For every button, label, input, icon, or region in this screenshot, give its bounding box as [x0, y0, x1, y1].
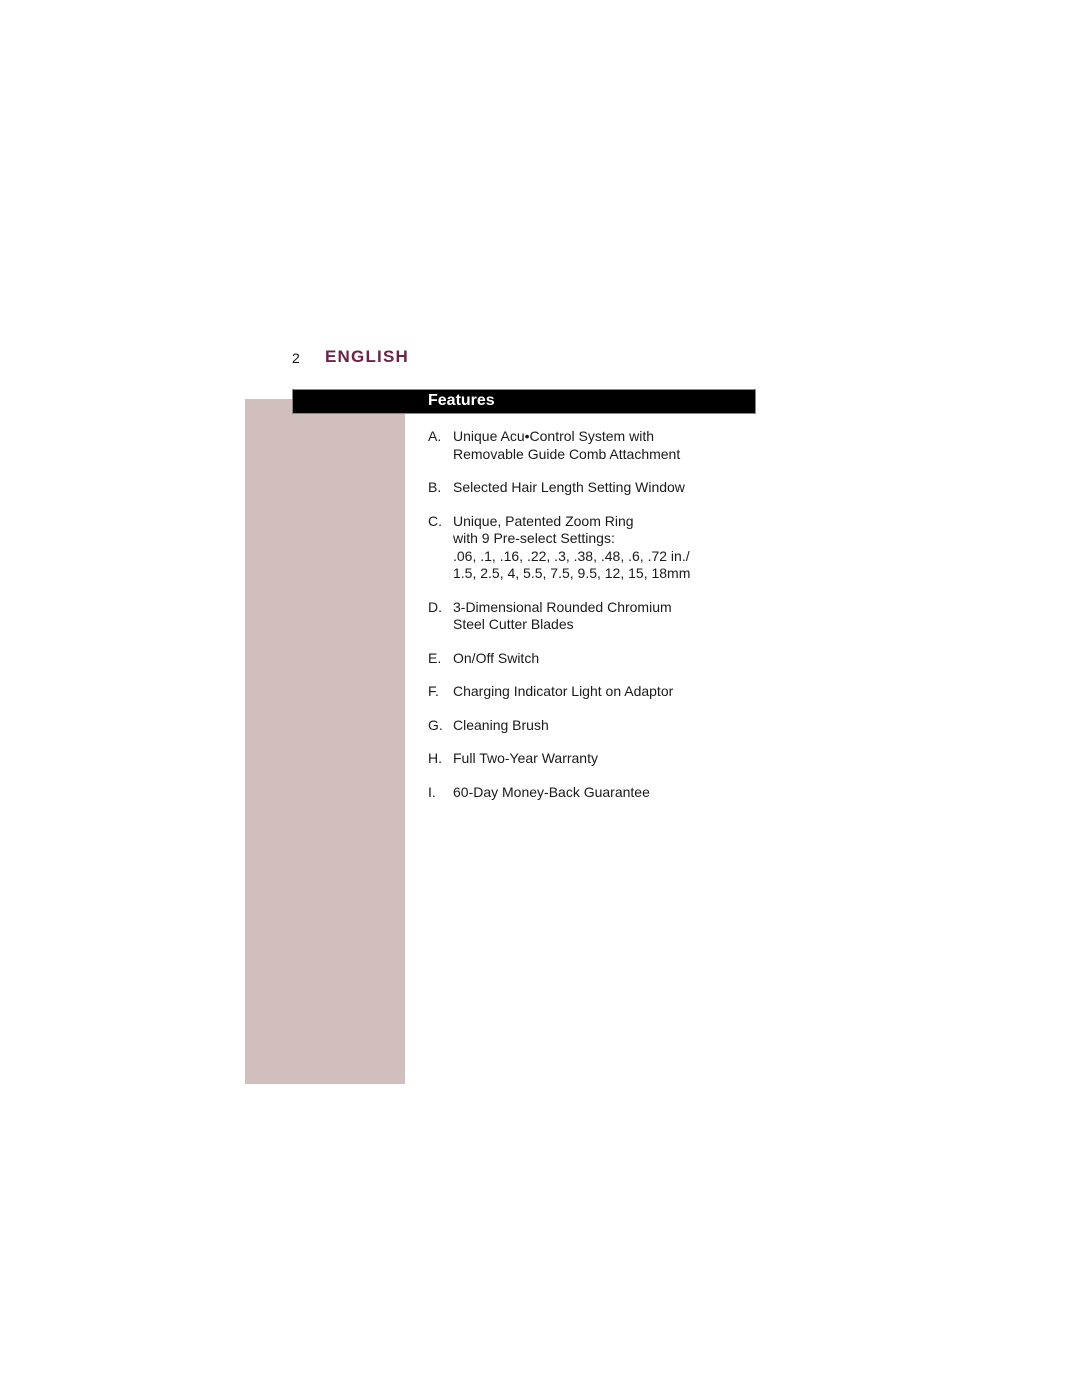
features-header-bar: Features — [293, 390, 755, 413]
feature-text: Steel Cutter Blades — [453, 616, 574, 632]
feature-letter: A. — [428, 428, 442, 444]
feature-text: Full Two-Year Warranty — [453, 750, 598, 766]
feature-text: Unique Acu•Control System with — [453, 428, 654, 444]
feature-item-a: A. Unique Acu•Control System with Remova… — [428, 428, 748, 463]
feature-letter: B. — [428, 479, 442, 495]
feature-letter: C. — [428, 512, 442, 529]
feature-letter: H. — [428, 750, 442, 766]
feature-item-g: G. Cleaning Brush — [428, 717, 748, 735]
feature-text: Unique, Patented Zoom Ring — [453, 512, 634, 529]
feature-letter: G. — [428, 716, 443, 733]
feature-letter: E. — [428, 649, 442, 666]
feature-item-e: E. On/Off Switch — [428, 650, 748, 668]
feature-text: On/Off Switch — [453, 649, 540, 666]
feature-text: 3-Dimensional Rounded Chromium — [453, 598, 672, 615]
page-number: 2 — [292, 350, 300, 366]
feature-item-c: C. Unique, Patented Zoom Ring with 9 Pre… — [428, 513, 748, 583]
decorative-sidebar — [245, 399, 405, 1084]
feature-item-b: B. Selected Hair Length Setting Window — [428, 479, 748, 497]
features-title: Features — [428, 392, 495, 409]
feature-text: 1.5, 2.5, 4, 5.5, 7.5, 9.5, 12, 15, 18mm — [453, 565, 691, 581]
feature-letter: D. — [428, 598, 442, 615]
feature-item-f: F. Charging Indicator Light on Adaptor — [428, 683, 748, 701]
feature-letter: F. — [428, 683, 439, 699]
feature-text: Charging Indicator Light on Adaptor — [453, 683, 674, 699]
feature-item-h: H. Full Two-Year Warranty — [428, 750, 748, 768]
feature-item-d: D. 3-Dimensional Rounded Chromium Steel … — [428, 599, 748, 634]
feature-text: .06, .1, .16, .22, .3, .38, .48, .6, .72… — [453, 547, 690, 564]
feature-text: Selected Hair Length Setting Window — [453, 479, 685, 495]
feature-text: Removable Guide Comb Attachment — [453, 445, 681, 462]
language-heading: ENGLISH — [325, 347, 409, 366]
feature-text: Cleaning Brush — [453, 716, 549, 733]
feature-letter: I. — [428, 783, 436, 800]
feature-text: 60-Day Money-Back Guarantee — [453, 783, 650, 800]
feature-list: A. Unique Acu•Control System with Remova… — [428, 428, 748, 817]
feature-item-i: I. 60-Day Money-Back Guarantee — [428, 784, 748, 802]
feature-text: with 9 Pre-select Settings: — [453, 530, 615, 546]
